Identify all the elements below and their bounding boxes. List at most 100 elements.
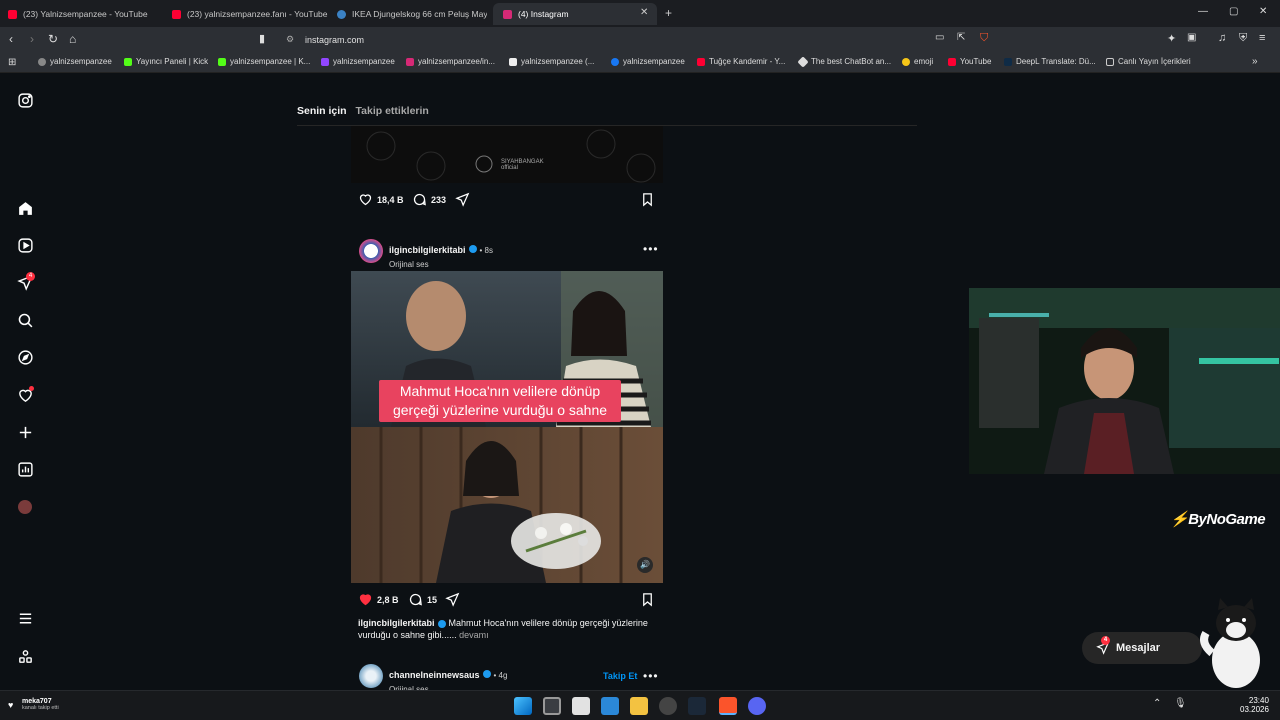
- bookmark-save-icon: [643, 193, 652, 207]
- comment-button[interactable]: 233: [412, 192, 446, 207]
- tab-instagram[interactable]: (4) Instagram: [493, 3, 657, 25]
- messages-badge: 4: [1101, 636, 1110, 645]
- photos-icon[interactable]: [601, 697, 619, 715]
- bookmark-folder[interactable]: Canlı Yayın İçerikleri: [1106, 57, 1191, 66]
- site-settings-icon[interactable]: ⚙: [286, 34, 294, 45]
- tab-for-you[interactable]: Senin için: [297, 105, 347, 117]
- save-button[interactable]: [640, 592, 659, 607]
- more-menu-icon[interactable]: [16, 609, 34, 627]
- tab-youtube-1[interactable]: (23) Yalnizsempanzee - YouTube: [8, 3, 168, 25]
- reload-icon[interactable]: ↻: [48, 32, 58, 46]
- search-nav-icon[interactable]: [16, 311, 34, 329]
- profile-avatar[interactable]: [16, 498, 34, 516]
- bookmark-item[interactable]: yalnizsempanzee | K...: [218, 57, 310, 66]
- vpn-icon[interactable]: ⛨: [1239, 32, 1247, 45]
- back-icon[interactable]: ‹: [9, 32, 13, 46]
- bookmark-item[interactable]: Yayıncı Paneli | Kick: [124, 57, 208, 66]
- system-clock[interactable]: 23:40 03.2026: [1240, 696, 1269, 714]
- also-from-meta-icon[interactable]: [16, 647, 34, 665]
- bynogame-logo: ⚡ByNoGame: [1170, 511, 1266, 528]
- clock-time: 23:40: [1248, 696, 1269, 705]
- bookmark-item[interactable]: DeepL Translate: Dü...: [1004, 57, 1096, 66]
- comment-icon: [409, 593, 422, 606]
- bookmark-item[interactable]: yalnizsempanzee (...: [509, 57, 594, 66]
- webcam-overlay: [969, 288, 1280, 474]
- tab-ikea[interactable]: IKEA Djungelskog 66 cm Peluş Maym: [337, 3, 487, 25]
- like-count: 2,8 B: [377, 594, 399, 605]
- post-username[interactable]: ilgincbilgilerkitabi: [389, 245, 466, 255]
- close-window-icon[interactable]: ✕: [1259, 6, 1267, 17]
- previous-post-media[interactable]: SIYAHBANGAK official: [351, 126, 663, 183]
- minimize-icon[interactable]: —: [1198, 6, 1208, 17]
- comment-button[interactable]: 15: [408, 592, 437, 607]
- steam-icon[interactable]: [688, 697, 706, 715]
- bookmark-item[interactable]: yalnizsempanzee: [321, 57, 395, 66]
- more-options-icon[interactable]: •••: [643, 669, 659, 683]
- caption-username[interactable]: ilgincbilgilerkitabi: [358, 618, 435, 628]
- follow-button[interactable]: Takip Et: [603, 671, 637, 681]
- share-button[interactable]: [455, 192, 474, 207]
- discord-icon[interactable]: [748, 697, 766, 715]
- post-audio[interactable]: Orijinal ses: [389, 260, 493, 269]
- cast-icon[interactable]: ▭: [935, 32, 944, 43]
- brave-browser-icon[interactable]: [719, 697, 737, 715]
- bookmark-item[interactable]: yalnizsempanzee/in...: [406, 57, 495, 66]
- tab-youtube-2[interactable]: (23) yalnizsempanzee.fanı - YouTube: [172, 3, 332, 25]
- share-icon[interactable]: ⇱: [957, 32, 965, 43]
- brave-shield-icon[interactable]: ⛉: [980, 32, 988, 45]
- post-username[interactable]: channelneinnewsaus: [389, 670, 480, 680]
- home-icon[interactable]: ⌂: [69, 32, 76, 46]
- bookmark-item[interactable]: YouTube: [948, 57, 991, 66]
- instagram-logo-icon[interactable]: [16, 91, 34, 109]
- post-avatar[interactable]: [359, 664, 383, 688]
- post-age: • 8s: [479, 246, 493, 255]
- like-count: 18,4 B: [377, 194, 404, 205]
- snipping-tool-icon[interactable]: [572, 697, 590, 715]
- bookmark-item[interactable]: The best ChatBot an...: [797, 55, 891, 68]
- bookmark-icon[interactable]: ▮: [259, 32, 265, 45]
- messages-button[interactable]: 4 Mesajlar: [1082, 632, 1202, 664]
- dashboard-nav-icon[interactable]: [16, 460, 34, 478]
- notification-badge: 4: [26, 272, 35, 281]
- like-button[interactable]: 18,4 B: [358, 192, 404, 207]
- bookmark-item[interactable]: Tuğçe Kandemir - Y...: [697, 57, 785, 66]
- bookmark-item[interactable]: yalnizsempanzee: [38, 57, 112, 66]
- tab-following[interactable]: Takip ettiklerin: [356, 105, 429, 117]
- more-bookmarks-icon[interactable]: »: [1252, 56, 1258, 67]
- explore-nav-icon[interactable]: [16, 348, 34, 366]
- post-avatar[interactable]: [359, 239, 383, 263]
- ikea-icon: [337, 9, 346, 19]
- bookmark-item[interactable]: yalnizsempanzee: [611, 57, 685, 66]
- extensions-icon[interactable]: ✦: [1167, 32, 1176, 45]
- save-button[interactable]: [640, 192, 659, 207]
- menu-icon[interactable]: ≡: [1259, 32, 1265, 44]
- like-button[interactable]: 2,8 B: [358, 592, 399, 607]
- maximize-icon[interactable]: ▢: [1229, 6, 1238, 17]
- share-button[interactable]: [445, 592, 464, 607]
- post-video[interactable]: 🔊: [351, 271, 663, 583]
- create-nav-icon[interactable]: [16, 423, 34, 441]
- reels-nav-icon[interactable]: [16, 236, 34, 254]
- file-explorer-icon[interactable]: [630, 697, 648, 715]
- close-tab-icon[interactable]: ✕: [640, 7, 648, 18]
- address-bar[interactable]: instagram.com: [305, 35, 364, 45]
- apps-grid-icon[interactable]: ⊞: [8, 57, 16, 68]
- tray-overflow-icon[interactable]: ⌃: [1153, 698, 1161, 709]
- new-tab-button[interactable]: +: [665, 6, 672, 20]
- task-view-icon[interactable]: [543, 697, 561, 715]
- more-options-icon[interactable]: •••: [643, 242, 659, 256]
- music-icon[interactable]: ♫: [1218, 32, 1226, 44]
- forward-icon[interactable]: ›: [30, 32, 34, 46]
- video-caption-overlay: Mahmut Hoca'nın velilere dönüp gerçeği y…: [379, 380, 621, 422]
- post-age: • 4g: [493, 671, 508, 680]
- sidebar-icon[interactable]: ▣: [1187, 32, 1196, 43]
- browser-toolbar: ‹ › ↻ ⌂ ▮ ⚙ instagram.com ▭ ⇱ ⛉ ✦ ▣ ♫ ⛨ …: [0, 27, 1280, 53]
- more-link[interactable]: devamı: [459, 630, 489, 640]
- obs-icon[interactable]: [659, 697, 677, 715]
- windows-start-icon[interactable]: [514, 697, 532, 715]
- bookmark-item[interactable]: emoji: [902, 57, 933, 66]
- mute-toggle-icon[interactable]: 🔊: [637, 557, 653, 573]
- microphone-icon[interactable]: 🎙: [1174, 698, 1187, 709]
- bookmark-save-icon: [643, 593, 652, 607]
- home-nav-icon[interactable]: [16, 199, 34, 217]
